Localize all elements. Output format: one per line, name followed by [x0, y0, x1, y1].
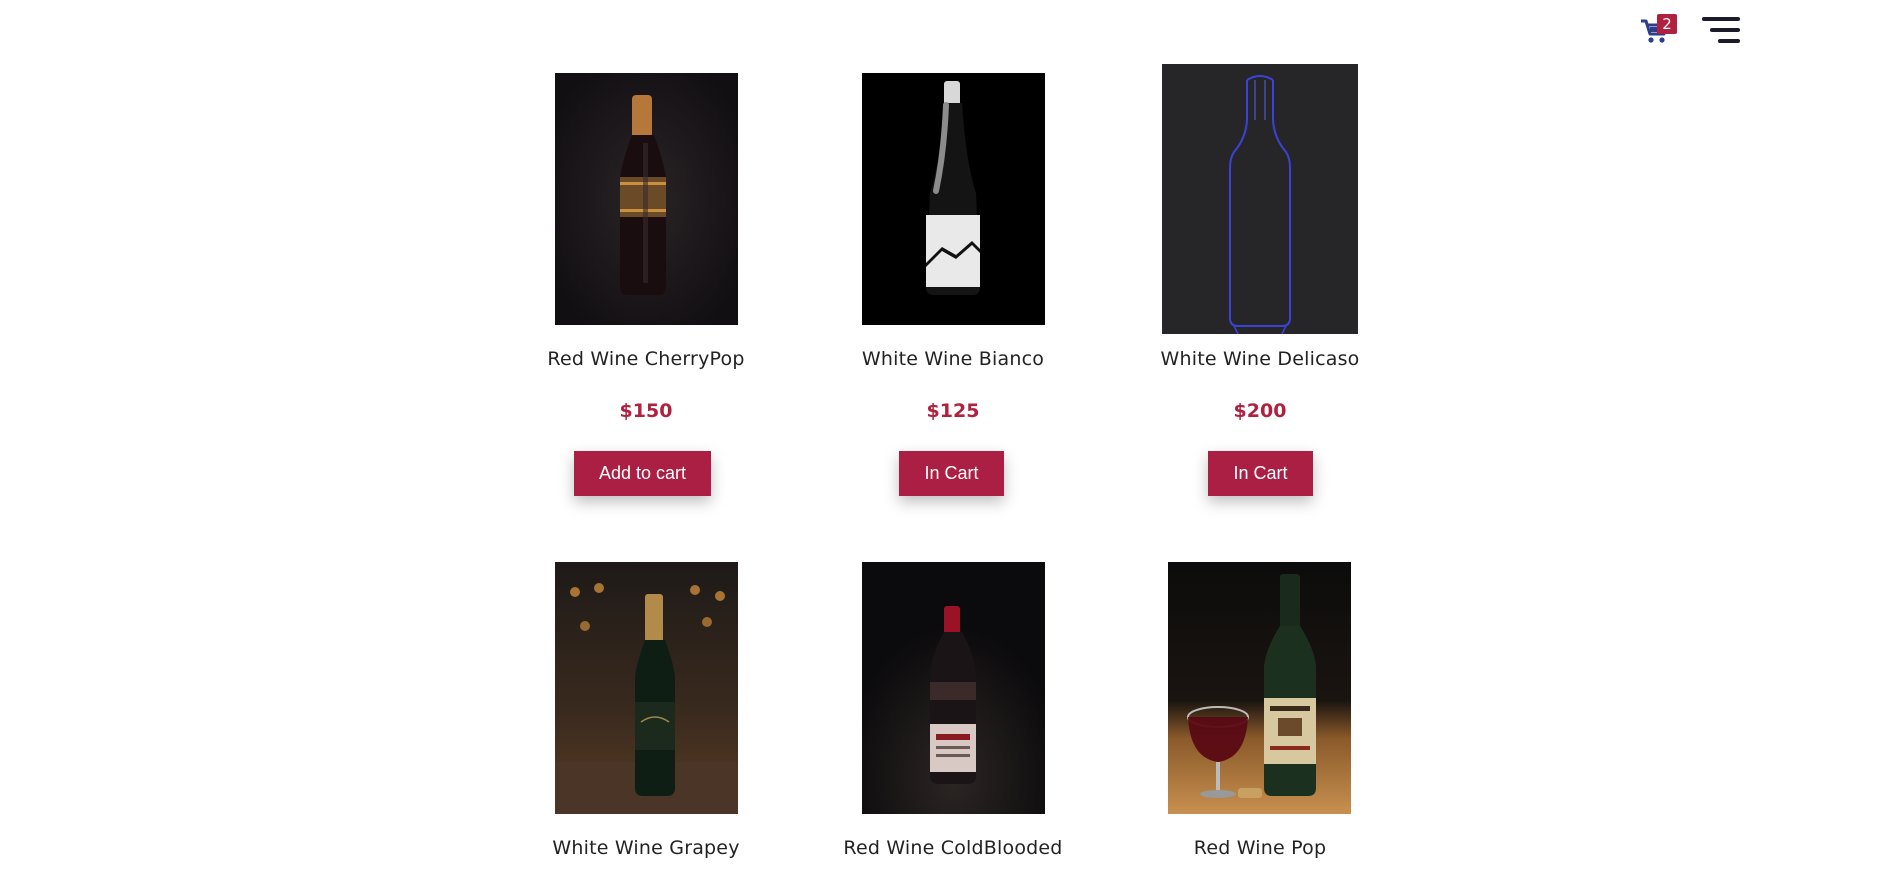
menu-icon-line	[1710, 28, 1740, 32]
menu-button[interactable]	[1700, 16, 1740, 46]
product-image[interactable]	[1162, 64, 1358, 334]
add-to-cart-button[interactable]: Add to cart	[574, 451, 711, 496]
product-name: Red Wine Pop	[1193, 837, 1327, 859]
top-bar: 2	[0, 0, 1880, 60]
menu-icon	[1702, 17, 1740, 21]
product-name: White Wine Bianco	[861, 348, 1045, 370]
product-image[interactable]	[1168, 562, 1351, 814]
product-name: Red Wine ColdBlooded	[843, 837, 1063, 859]
in-cart-button[interactable]: In Cart	[1208, 451, 1313, 496]
product-image[interactable]	[555, 73, 738, 325]
cart-button[interactable]: 2	[1640, 12, 1680, 46]
menu-icon-line	[1718, 39, 1740, 43]
product-image[interactable]	[862, 73, 1045, 325]
product-name: Red Wine CherryPop	[547, 348, 745, 370]
cart-count-badge: 2	[1657, 14, 1677, 34]
product-price: $200	[1233, 400, 1287, 422]
product-image[interactable]	[862, 562, 1045, 814]
product-name: White Wine Grapey	[552, 837, 740, 859]
product-price: $150	[619, 400, 673, 422]
product-price: $125	[926, 400, 980, 422]
in-cart-button[interactable]: In Cart	[899, 451, 1004, 496]
product-image[interactable]	[555, 562, 738, 814]
product-name: White Wine Delicaso	[1160, 348, 1360, 370]
